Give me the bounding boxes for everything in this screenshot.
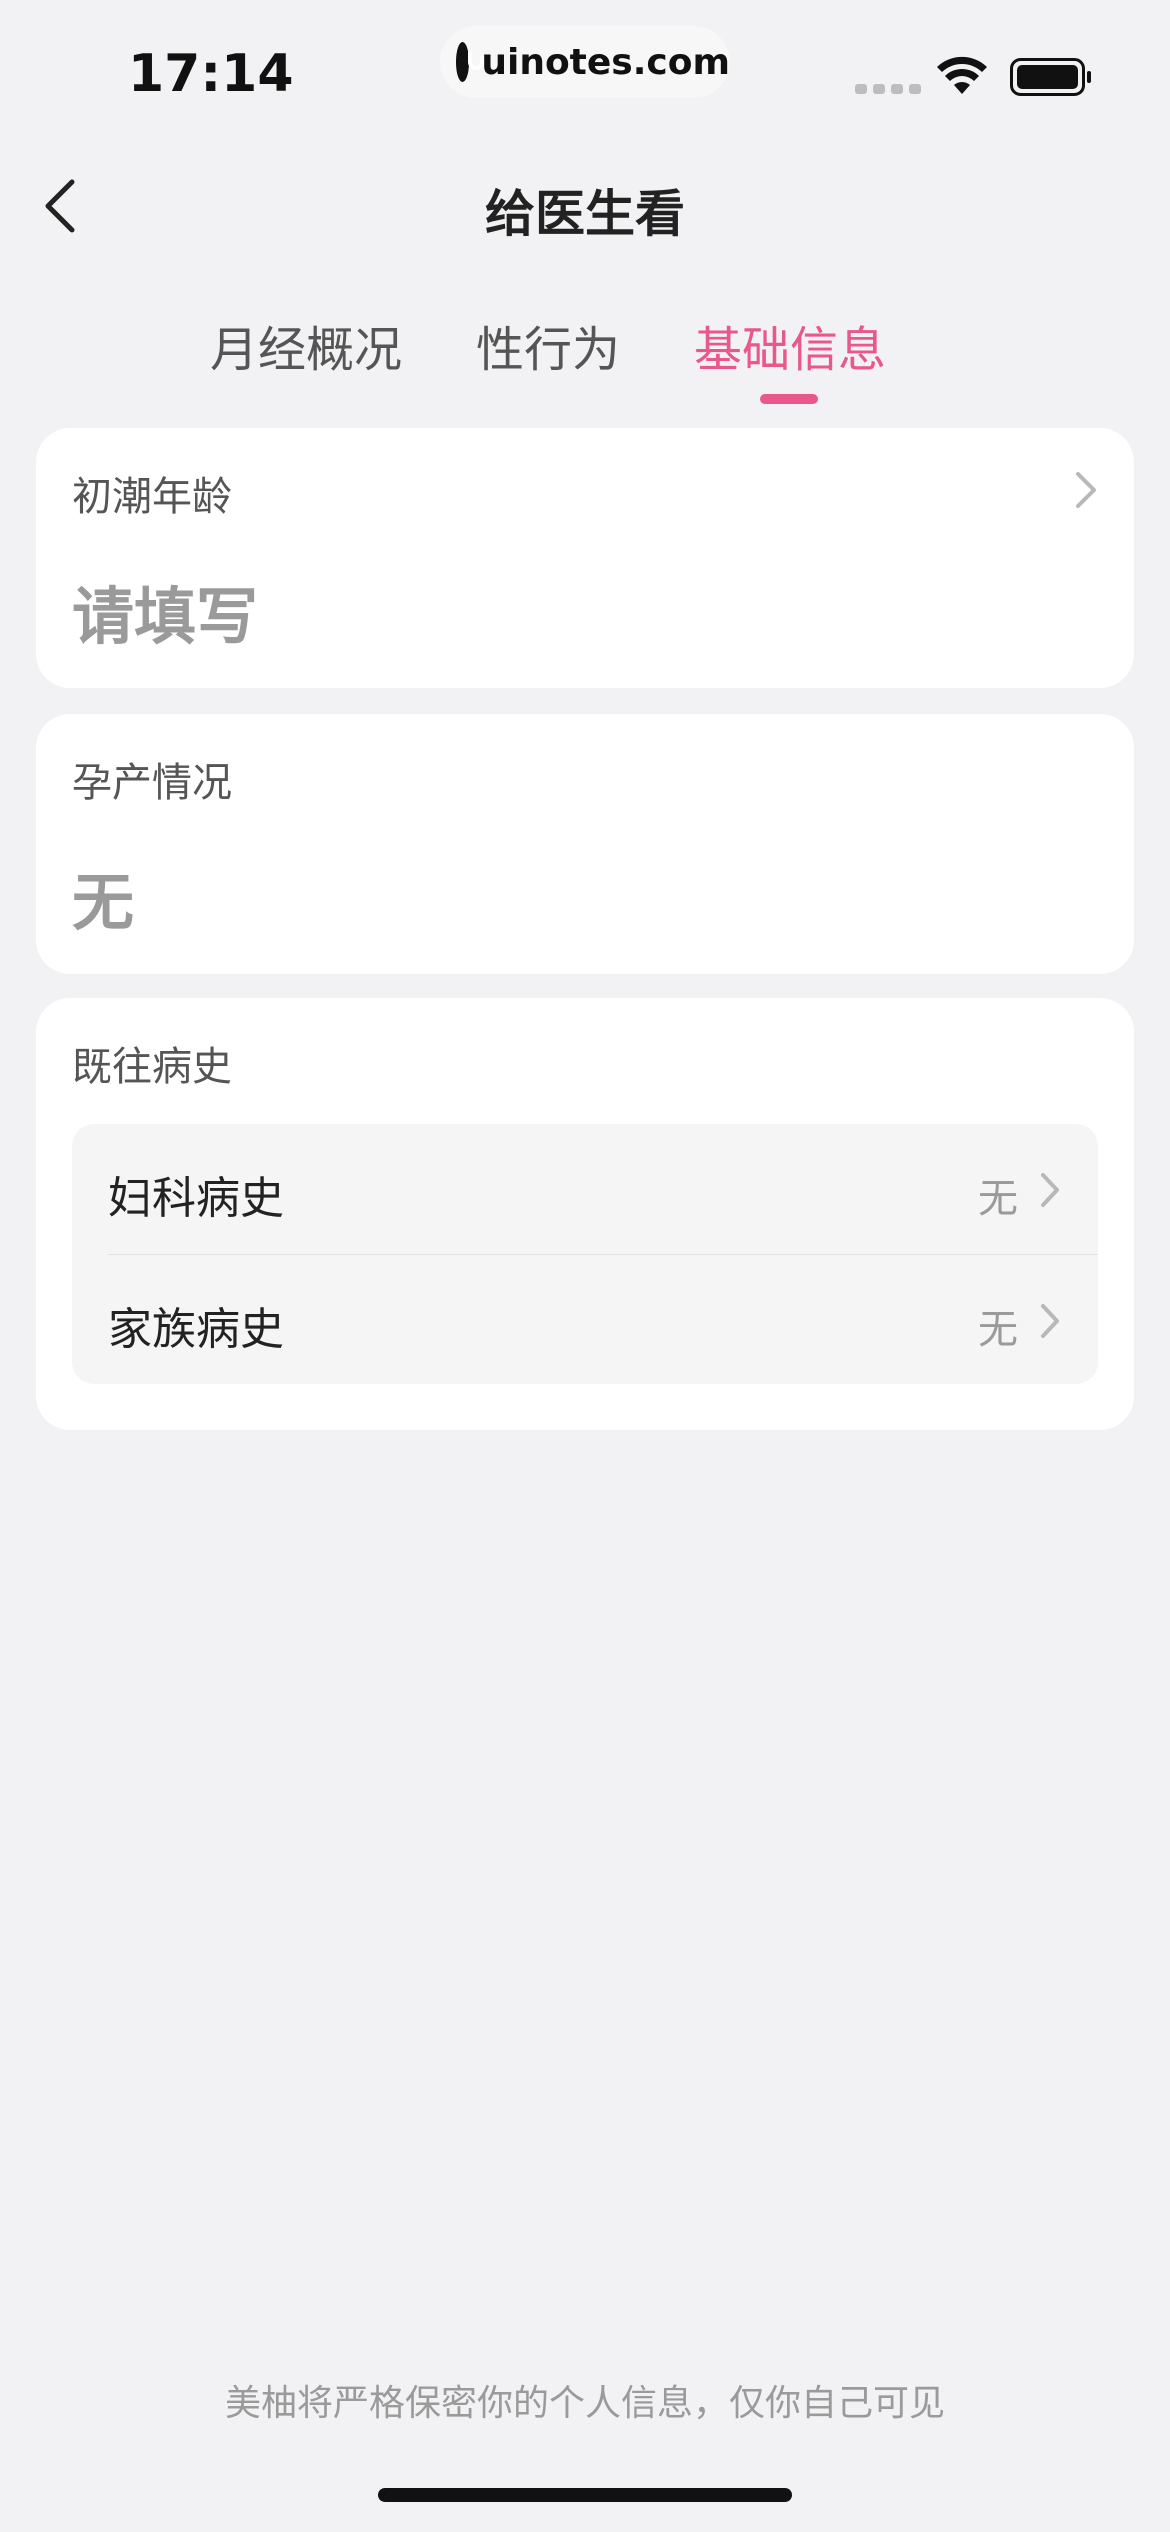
family-history-label: 家族病史: [108, 1304, 284, 1355]
menarche-age-value: 请填写: [72, 580, 259, 653]
home-indicator[interactable]: [378, 2488, 792, 2502]
wifi-icon: [937, 56, 987, 94]
family-history-row[interactable]: 家族病史 无: [72, 1255, 1098, 1384]
tab-basic-info[interactable]: 基础信息: [694, 310, 886, 380]
chevron-right-icon: [1041, 1304, 1059, 1338]
pregnancy-label: 孕产情况: [72, 760, 232, 806]
medical-history-card: 既往病史 妇科病史 无 家族病史 无: [36, 998, 1134, 1430]
chevron-right-icon: [1076, 472, 1096, 508]
tab-sexual-behavior[interactable]: 性行为: [476, 310, 620, 380]
medical-history-list: 妇科病史 无 家族病史 无: [72, 1124, 1098, 1384]
privacy-note: 美柚将严格保密你的个人信息，仅你自己可见: [224, 2383, 945, 2424]
family-history-value: 无: [978, 1307, 1018, 1353]
url-text: uinotes.com: [481, 41, 730, 83]
signal-icon: [855, 84, 921, 94]
site-logo-icon: [456, 42, 485, 82]
menarche-age-label: 初潮年龄: [72, 474, 232, 520]
active-tab-indicator: [760, 394, 818, 404]
battery-icon: [1010, 58, 1091, 96]
pregnancy-card: 孕产情况 无: [36, 714, 1134, 974]
medical-history-label: 既往病史: [72, 1044, 232, 1090]
gynecological-history-label: 妇科病史: [108, 1173, 284, 1224]
page-title: 给医生看: [485, 185, 685, 243]
chevron-right-icon: [1041, 1173, 1059, 1207]
pregnancy-value: 无: [72, 866, 135, 939]
status-time: 17:14: [128, 44, 294, 104]
tab-menstrual-overview[interactable]: 月经概况: [210, 310, 402, 380]
menarche-age-card[interactable]: 初潮年龄 请填写: [36, 428, 1134, 688]
gynecological-history-row[interactable]: 妇科病史 无: [72, 1124, 1098, 1254]
url-pill[interactable]: uinotes.com: [440, 26, 730, 98]
gynecological-history-value: 无: [978, 1176, 1018, 1222]
page: 17:14 uinotes.com 给医生看 月经概况 性行为 基础信息 初潮年…: [0, 0, 1170, 2532]
